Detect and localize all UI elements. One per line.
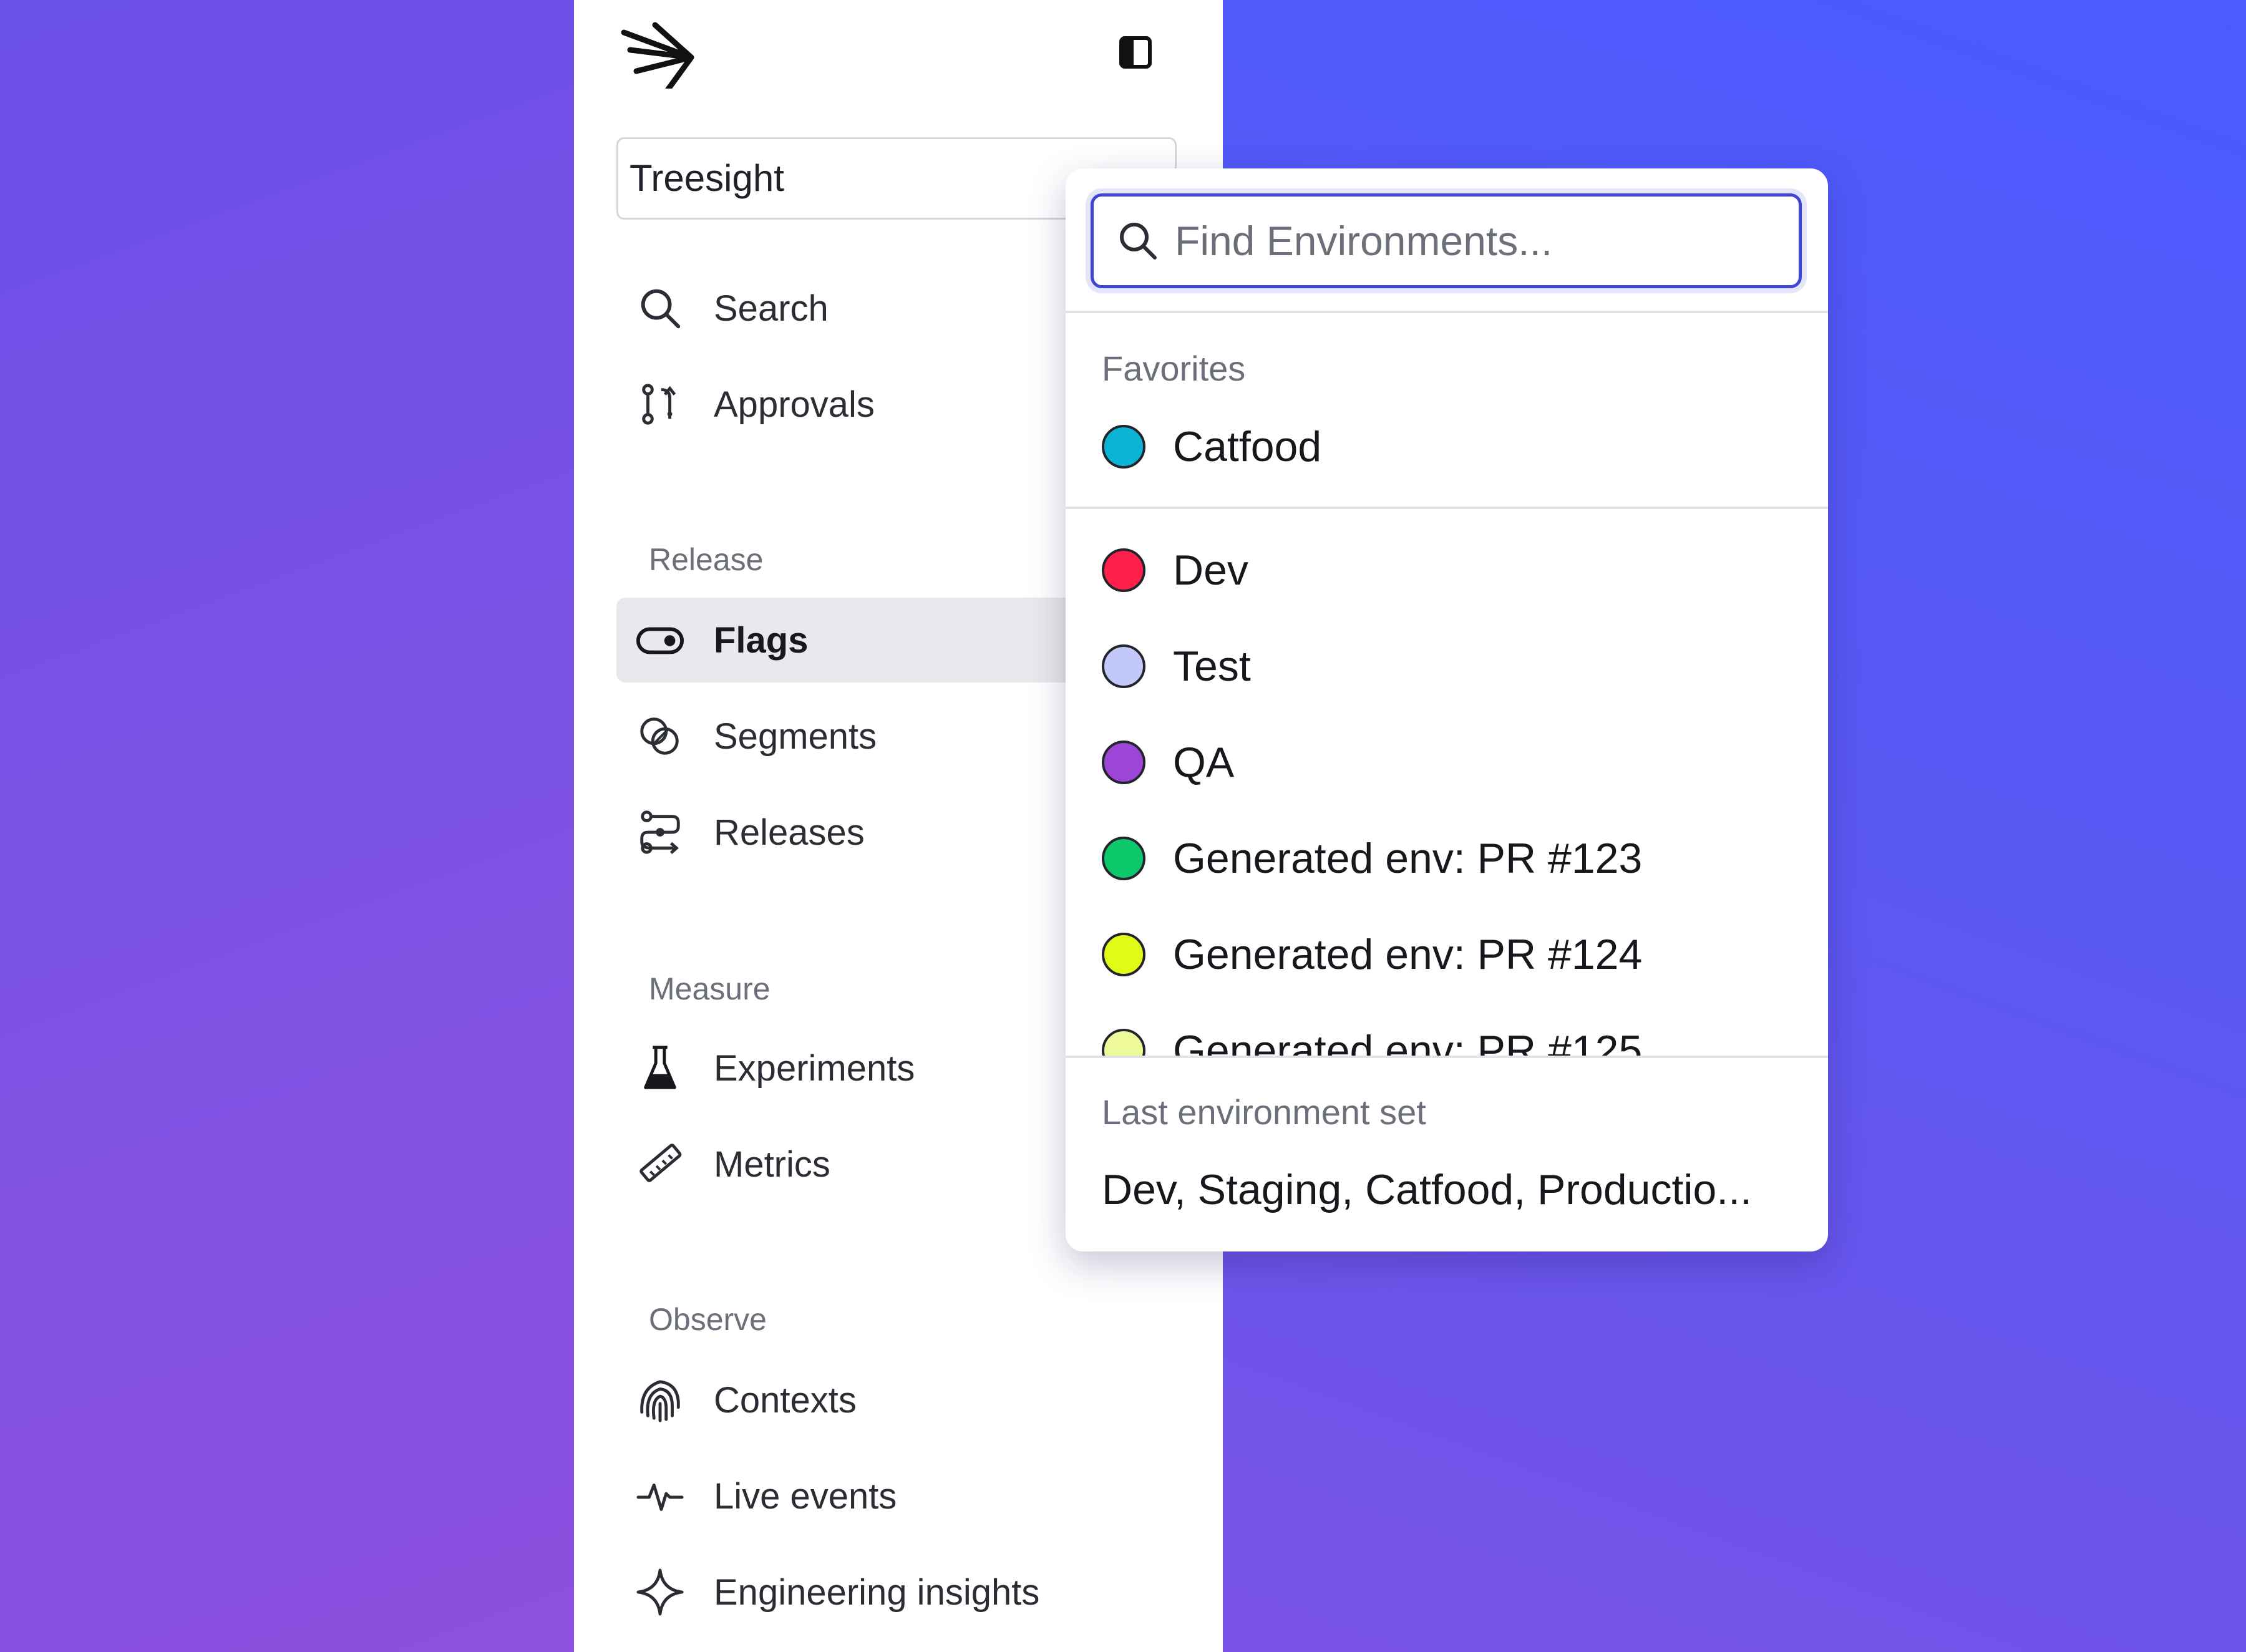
pulse-icon [635, 1471, 685, 1521]
env-item-qa[interactable]: QA [1102, 731, 1801, 794]
env-name: Test [1173, 643, 1251, 690]
toggle-icon [635, 615, 685, 665]
sidebar-collapse-icon[interactable] [1118, 35, 1153, 70]
nav-label: Live events [714, 1475, 897, 1517]
env-name: Generated env: PR #123 [1173, 835, 1643, 882]
search-icon [635, 283, 685, 333]
nav-label: Approvals [714, 384, 875, 425]
logo-icon [618, 14, 699, 102]
env-name: Generated env: PR #125 [1173, 1027, 1643, 1056]
env-item-dev[interactable]: Dev [1102, 539, 1801, 601]
project-name: Treesight [630, 157, 784, 199]
divider [1066, 1056, 1828, 1058]
env-color-dot [1102, 933, 1145, 976]
nav-item-contexts[interactable]: Contexts [616, 1358, 1091, 1442]
last-environment-set-value[interactable]: Dev, Staging, Catfood, Productio... [1102, 1165, 1752, 1214]
env-color-dot [1102, 548, 1145, 592]
segments-icon [635, 711, 685, 761]
ruler-icon [635, 1139, 685, 1189]
nav-label: Flags [714, 620, 809, 661]
env-color-dot [1102, 741, 1145, 784]
environment-dropdown: Favorites Catfood Dev Test QA Generated … [1066, 168, 1828, 1251]
nav-item-search[interactable]: Search [616, 266, 1091, 351]
section-label-release: Release [649, 542, 764, 577]
nav-item-live-events[interactable]: Live events [616, 1454, 1091, 1538]
flask-icon [635, 1043, 685, 1093]
nav-label: Releases [714, 812, 865, 853]
nav-label: Engineering insights [714, 1572, 1040, 1613]
nav-item-approvals[interactable]: Approvals [616, 362, 1091, 447]
env-item-test[interactable]: Test [1102, 635, 1801, 697]
nav-item-engineering-insights[interactable]: Engineering insights [616, 1550, 1091, 1635]
env-color-dot [1102, 1029, 1145, 1056]
env-item-pr-123[interactable]: Generated env: PR #123 [1102, 827, 1801, 890]
nav-label: Experiments [714, 1047, 915, 1089]
env-name: Dev [1173, 547, 1248, 594]
env-color-dot [1102, 837, 1145, 880]
sparkle-icon [635, 1567, 685, 1617]
nav-item-experiments[interactable]: Experiments [616, 1026, 1091, 1110]
section-label-observe: Observe [649, 1302, 767, 1337]
environment-list[interactable]: Dev Test QA Generated env: PR #123 Gener… [1066, 168, 1828, 1056]
nav-item-releases[interactable]: Releases [616, 790, 1091, 875]
nav-item-flags[interactable]: Flags [616, 598, 1091, 683]
fingerprint-icon [635, 1375, 685, 1425]
nav-label: Search [714, 288, 829, 329]
releases-icon [635, 807, 685, 857]
nav-label: Metrics [714, 1144, 830, 1185]
last-environment-set-label: Last environment set [1102, 1092, 1426, 1132]
nav-label: Contexts [714, 1379, 857, 1421]
env-color-dot [1102, 644, 1145, 688]
env-name: QA [1173, 739, 1235, 786]
env-item-pr-125[interactable]: Generated env: PR #125 [1102, 1019, 1801, 1056]
nav-label: Segments [714, 716, 877, 757]
approvals-icon [635, 379, 685, 429]
section-label-measure: Measure [649, 971, 771, 1006]
env-name: Generated env: PR #124 [1173, 931, 1643, 978]
nav-item-metrics[interactable]: Metrics [616, 1122, 1091, 1207]
env-item-pr-124[interactable]: Generated env: PR #124 [1102, 923, 1801, 986]
nav-item-segments[interactable]: Segments [616, 694, 1091, 779]
